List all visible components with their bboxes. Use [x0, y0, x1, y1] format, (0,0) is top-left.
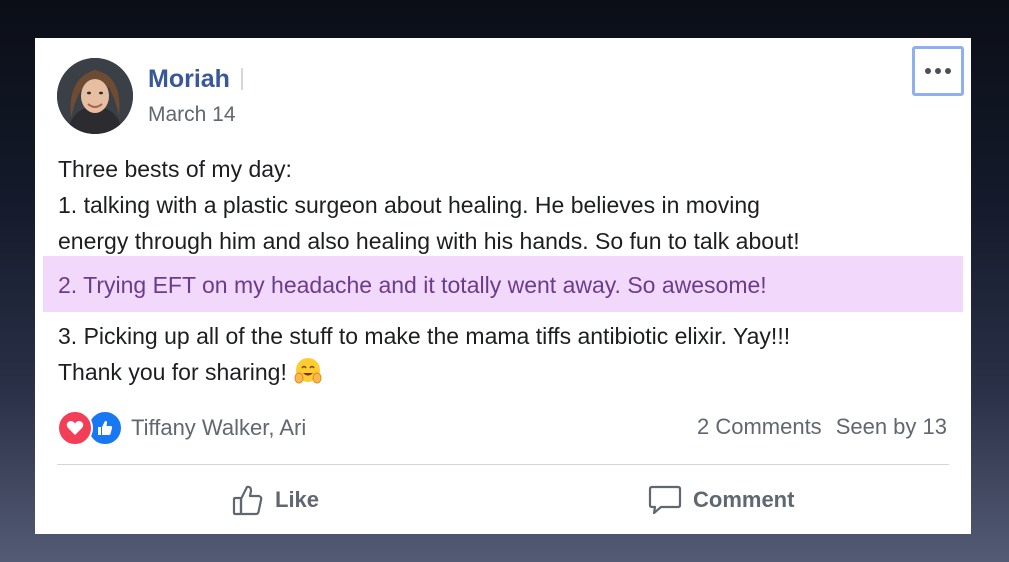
post-line: energy through him and also healing with…: [58, 228, 800, 254]
thumbs-up-icon: [232, 485, 263, 516]
post-line: 3. Picking up all of the stuff to make t…: [58, 323, 791, 349]
post-line: 1. talking with a plastic surgeon about …: [58, 192, 760, 218]
reactions-summary[interactable]: Tiffany Walker, Ari: [57, 410, 306, 446]
post-date[interactable]: March 14: [148, 103, 236, 127]
more-dots-icon-dot: [945, 68, 951, 74]
post-card: Moriah March 14 Three bests of my day: 1…: [35, 38, 971, 534]
highlighted-line: 2. Trying EFT on my headache and it tota…: [58, 272, 767, 298]
post-line-text: Thank you for sharing!: [58, 359, 287, 385]
post-stats: 2 Comments Seen by 13: [697, 414, 947, 440]
like-button[interactable]: Like: [231, 483, 319, 517]
like-label: Like: [275, 487, 320, 512]
comment-button[interactable]: Comment: [647, 483, 794, 517]
more-options-button[interactable]: [912, 46, 964, 96]
reaction-names[interactable]: Tiffany Walker, Ari: [131, 415, 306, 441]
comment-bubble-icon: [648, 485, 682, 515]
post-line: Three bests of my day:: [58, 156, 292, 182]
author-name[interactable]: Moriah: [148, 65, 230, 94]
comments-count[interactable]: 2 Comments: [697, 414, 822, 440]
divider: [57, 464, 949, 465]
post-text-continued: 3. Picking up all of the stuff to make t…: [58, 318, 958, 390]
more-dots-icon: [925, 68, 931, 74]
avatar-photo: [57, 58, 133, 134]
post-text: Three bests of my day: 1. talking with a…: [58, 151, 958, 259]
seen-count[interactable]: Seen by 13: [836, 414, 947, 440]
text-cursor: [241, 68, 243, 90]
avatar[interactable]: [57, 58, 133, 134]
post-line: Thank you for sharing!: [58, 354, 958, 390]
comment-label: Comment: [693, 487, 795, 512]
more-dots-icon-dot: [935, 68, 941, 74]
love-icon: [57, 410, 93, 446]
hugging-face-emoji: [294, 358, 322, 384]
